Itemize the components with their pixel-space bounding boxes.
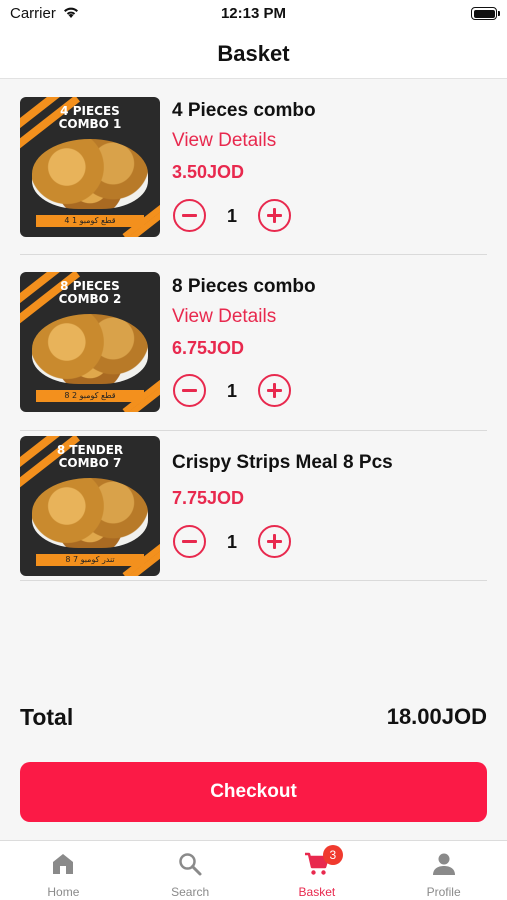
product-name: Crispy Strips Meal 8 Pcs: [172, 452, 393, 473]
quantity-value: 1: [226, 381, 237, 401]
image-band-text: 8 تندر كومبو 7: [36, 554, 144, 566]
tab-home[interactable]: Home: [0, 841, 127, 900]
home-icon: [53, 854, 74, 874]
quantity-value: 1: [226, 532, 237, 552]
tab-label: Profile: [426, 885, 461, 899]
product-name: 8 Pieces combo: [172, 276, 316, 297]
basket-item: 4 PIECES COMBO 1 4 قطع كومبو 1 4 Pieces …: [20, 80, 487, 255]
product-image[interactable]: 8 PIECES COMBO 2 8 قطع كومبو 2: [20, 272, 160, 412]
tab-bar: Home Search 3 Basket Profile: [0, 840, 507, 900]
clock: 12:13 PM: [220, 5, 287, 22]
increase-quantity-button[interactable]: [258, 525, 291, 558]
total-value: 18.00JOD: [386, 704, 487, 729]
product-image[interactable]: 8 TENDER COMBO 7 8 تندر كومبو 7: [20, 436, 160, 576]
total-row: Total 18.00JOD: [20, 704, 487, 736]
product-price: 3.50JOD: [172, 162, 245, 182]
product-name: 4 Pieces combo: [172, 100, 316, 121]
tab-label: Search: [171, 885, 210, 899]
image-caption: 8 TENDER COMBO 7: [56, 443, 124, 470]
product-price: 7.75JOD: [172, 488, 245, 508]
view-details-link[interactable]: View Details: [172, 306, 276, 328]
increase-quantity-button[interactable]: [258, 374, 291, 407]
tab-profile[interactable]: Profile: [380, 841, 507, 900]
image-caption: 4 PIECES COMBO 1: [58, 104, 122, 131]
increase-quantity-button[interactable]: [258, 199, 291, 232]
basket-list: 4 PIECES COMBO 1 4 قطع كومبو 1 4 Pieces …: [20, 80, 487, 581]
nav-bar: Basket: [0, 30, 507, 79]
basket-item: 8 PIECES COMBO 2 8 قطع كومبو 2 8 Pieces …: [20, 255, 487, 431]
basket-item: 8 TENDER COMBO 7 8 تندر كومبو 7 Crispy S…: [20, 431, 487, 581]
tab-label: Basket: [298, 885, 336, 899]
tab-basket[interactable]: 3 Basket: [254, 841, 381, 900]
quantity-value: 1: [226, 206, 237, 226]
page-title: Basket: [217, 41, 290, 66]
total-label: Total: [20, 704, 74, 730]
person-icon: [432, 853, 455, 875]
product-price: 6.75JOD: [172, 338, 245, 358]
view-details-link[interactable]: View Details: [172, 130, 276, 152]
checkout-button[interactable]: Checkout: [20, 762, 487, 822]
tab-search[interactable]: Search: [127, 841, 254, 900]
decrease-quantity-button[interactable]: [173, 525, 206, 558]
battery-icon: [471, 7, 500, 20]
cart-count-badge: 3: [322, 845, 343, 865]
search-icon: [179, 853, 202, 876]
tab-label: Home: [47, 885, 80, 899]
decrease-quantity-button[interactable]: [173, 374, 206, 407]
decrease-quantity-button[interactable]: [173, 199, 206, 232]
image-band-text: 4 قطع كومبو 1: [36, 215, 144, 227]
image-caption: 8 PIECES COMBO 2: [58, 279, 122, 306]
status-bar: Carrier 12:13 PM: [0, 0, 507, 30]
image-band-text: 8 قطع كومبو 2: [36, 390, 144, 402]
product-image[interactable]: 4 PIECES COMBO 1 4 قطع كومبو 1: [20, 97, 160, 237]
